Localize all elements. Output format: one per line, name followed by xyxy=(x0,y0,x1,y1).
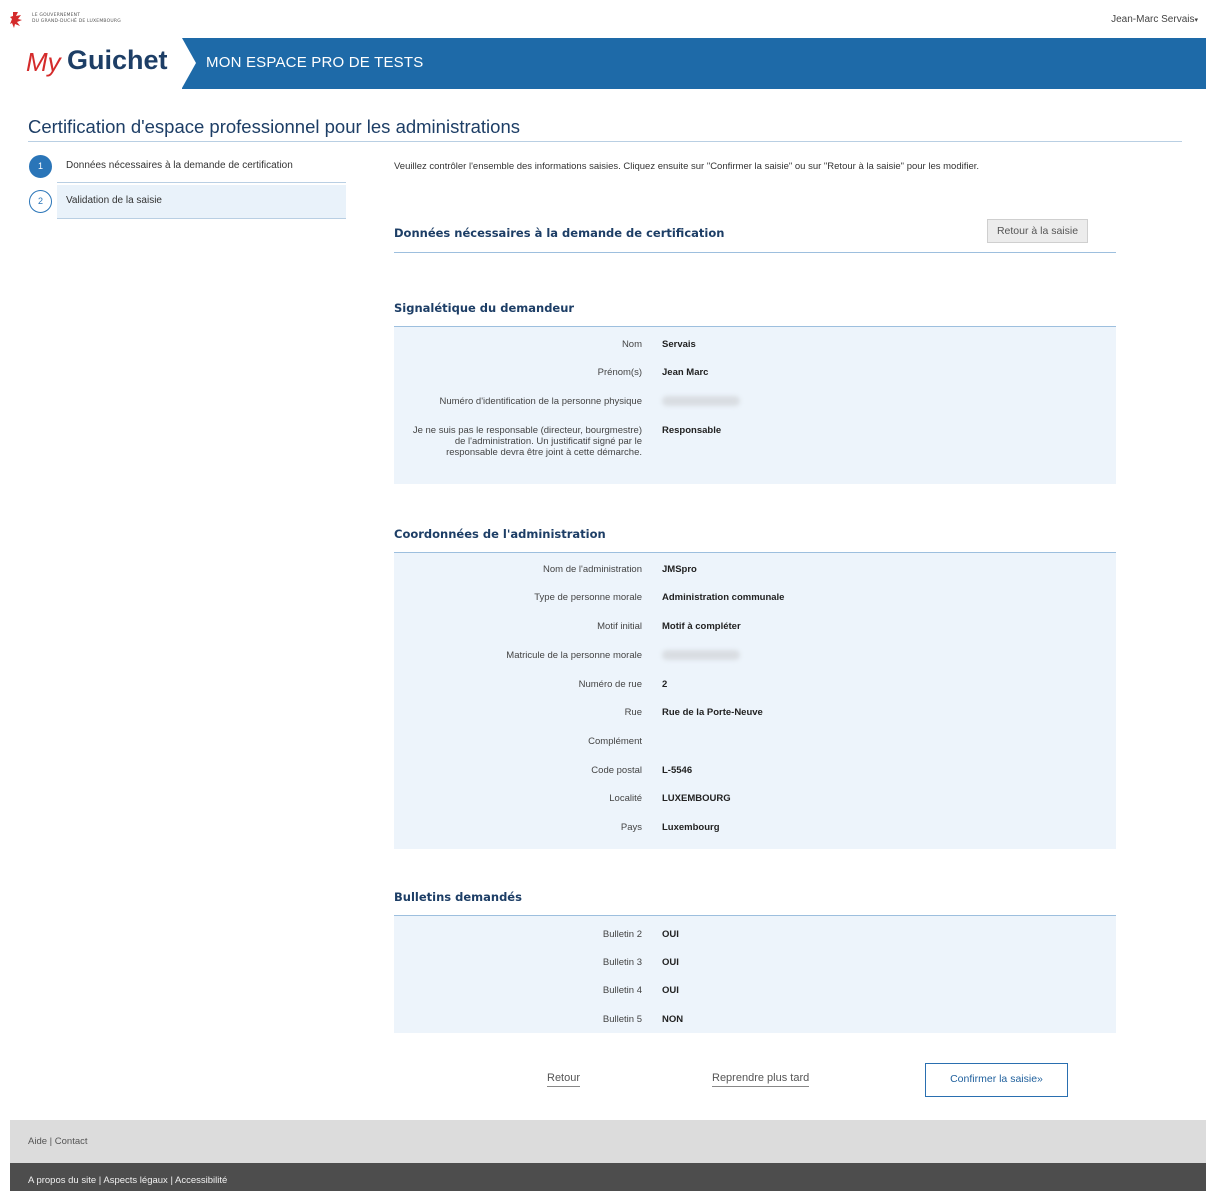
step-divider xyxy=(57,182,346,183)
footer-bottom: A propos du site | Aspects légaux | Acce… xyxy=(10,1163,1206,1191)
bulletins-panel: Bulletin 2 OUI Bulletin 3 OUI Bulletin 4… xyxy=(394,916,1116,1033)
step-1-number: 1 xyxy=(29,155,52,178)
contact-link[interactable]: Contact xyxy=(55,1136,88,1147)
main-section-divider xyxy=(394,252,1116,253)
step-2-number: 2 xyxy=(29,190,52,213)
back-to-edit-button[interactable]: Retour à la saisie xyxy=(987,219,1088,243)
space-title[interactable]: MON ESPACE PRO DE TESTS xyxy=(206,54,423,71)
intro-text: Veuillez contrôler l'ensemble des inform… xyxy=(394,161,980,172)
lion-icon xyxy=(10,12,22,28)
field-value: JMSpro xyxy=(662,564,697,575)
field-label: Bulletin 5 xyxy=(602,1014,642,1025)
field-value: Rue de la Porte-Neuve xyxy=(662,707,763,718)
logo-my-text[interactable]: My xyxy=(26,47,61,78)
caret-down-icon[interactable]: ▾ xyxy=(1194,17,1198,24)
field-value: Responsable xyxy=(662,425,722,436)
field-value: Servais xyxy=(662,339,696,350)
user-menu[interactable]: Jean-Marc Servais▾ xyxy=(1111,14,1198,25)
applicant-section-title: Signalétique du demandeur xyxy=(394,301,575,315)
field-label: Matricule de la personne morale xyxy=(506,650,642,661)
resume-later-link[interactable]: Reprendre plus tard xyxy=(712,1072,810,1087)
footer-separator: | xyxy=(98,1175,102,1186)
back-link[interactable]: Retour xyxy=(547,1072,581,1087)
footer-top-links: Aide | Contact xyxy=(28,1136,88,1147)
applicant-panel: Nom Servais Prénom(s) Jean Marc Numéro d… xyxy=(394,327,1116,484)
user-name[interactable]: Jean-Marc Servais xyxy=(1111,14,1194,25)
step-2-label[interactable]: Validation de la saisie xyxy=(66,195,162,206)
page-title: Certification d'espace professionnel pou… xyxy=(28,116,520,137)
title-divider xyxy=(28,141,1182,142)
field-label: Prénom(s) xyxy=(597,367,642,378)
field-label: Bulletin 2 xyxy=(602,929,642,940)
bulletins-section-title: Bulletins demandés xyxy=(394,890,522,904)
field-label: Nom xyxy=(621,339,642,350)
field-label: Rue xyxy=(624,707,642,718)
confirm-button[interactable]: Confirmer la saisie» xyxy=(925,1063,1068,1097)
field-value: 2 xyxy=(662,679,668,690)
field-label: Numéro d'identification de la personne p… xyxy=(439,396,643,407)
field-value: LUXEMBOURG xyxy=(662,793,731,804)
redacted-value xyxy=(662,396,740,406)
field-value: Luxembourg xyxy=(662,822,720,833)
field-value: OUI xyxy=(662,985,679,996)
field-value: NON xyxy=(662,1014,684,1025)
administration-panel: Nom de l'administration JMSpro Type de p… xyxy=(394,553,1116,849)
footer-separator: | xyxy=(170,1175,173,1186)
legal-link[interactable]: Aspects légaux xyxy=(103,1175,167,1186)
field-label: Numéro de rue xyxy=(578,679,642,690)
myguichet-logo[interactable]: My Guichet xyxy=(10,38,182,89)
accessibility-link[interactable]: Accessibilité xyxy=(175,1175,227,1186)
field-label: Code postal xyxy=(591,765,642,776)
government-name: LE GOUVERNEMENT DU GRAND-DUCHÉ DE LUXEMB… xyxy=(32,13,121,25)
logo-arrow-shape xyxy=(182,38,196,88)
brand-bar: My Guichet MON ESPACE PRO DE TESTS xyxy=(10,38,1206,89)
step-1[interactable]: 1 Données nécessaires à la demande de ce… xyxy=(28,150,348,185)
help-link[interactable]: Aide xyxy=(28,1136,47,1147)
field-label: Bulletin 3 xyxy=(602,957,642,968)
footer-separator: | xyxy=(49,1136,53,1147)
about-link[interactable]: A propos du site xyxy=(28,1175,96,1186)
field-label: Localité xyxy=(609,793,642,804)
field-value: Jean Marc xyxy=(662,367,709,378)
field-label: Type de personne morale xyxy=(534,592,642,603)
field-label: Complément xyxy=(588,736,642,747)
field-label: Pays xyxy=(620,822,642,833)
field-value: Administration communale xyxy=(662,592,785,603)
field-label: Nom de l'administration xyxy=(543,564,642,575)
field-value: OUI xyxy=(662,957,679,968)
field-label: Motif initial xyxy=(597,621,642,632)
redacted-value xyxy=(662,650,740,660)
field-label: Je ne suis pas le responsable (directeur… xyxy=(412,425,642,458)
field-value: OUI xyxy=(662,929,679,940)
step-2[interactable]: 2 Validation de la saisie xyxy=(28,185,348,220)
step-1-label[interactable]: Données nécessaires à la demande de cert… xyxy=(66,160,293,171)
field-label: Bulletin 4 xyxy=(602,985,642,996)
field-value: Motif à compléter xyxy=(662,621,741,632)
footer-bottom-links: A propos du site | Aspects légaux | Acce… xyxy=(28,1175,227,1186)
gov-text-line2: DU GRAND-DUCHÉ DE LUXEMBOURG xyxy=(32,19,121,24)
administration-section-title: Coordonnées de l'administration xyxy=(394,527,606,541)
logo-guichet-text[interactable]: Guichet xyxy=(67,45,168,76)
main-section-title: Données nécessaires à la demande de cert… xyxy=(394,226,725,240)
stepper: 1 Données nécessaires à la demande de ce… xyxy=(28,150,348,220)
top-strip: LE GOUVERNEMENT DU GRAND-DUCHÉ DE LUXEMB… xyxy=(0,0,1206,38)
field-value: L-5546 xyxy=(662,765,693,776)
footer-top: Aide | Contact xyxy=(10,1120,1206,1163)
